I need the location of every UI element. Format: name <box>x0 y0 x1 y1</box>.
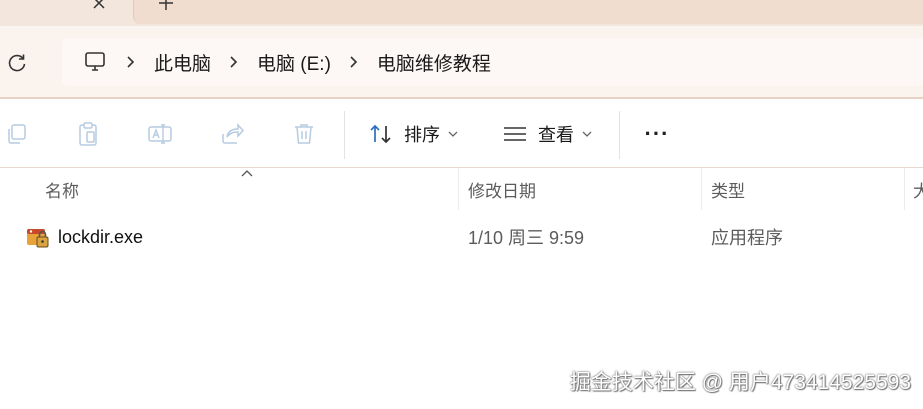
toolbar-separator <box>344 111 345 159</box>
share-icon <box>222 123 245 144</box>
share-button[interactable] <box>217 119 247 149</box>
breadcrumb-separator[interactable] <box>339 38 369 86</box>
chevron-right-icon <box>230 56 238 68</box>
watermark: 掘金技术社区 @ 用户473414525593 <box>569 371 911 394</box>
column-header-name[interactable]: 名称 <box>45 168 79 210</box>
more-options-button[interactable]: ··· <box>640 121 674 147</box>
list-item[interactable]: lockdir.exe 1/10 周三 9:59 应用程序 <box>0 218 923 256</box>
file-explorer-window: 此电脑 电脑 (E:) 电脑维修教程 排序 查看 ··· 名称 修改日期 类型 … <box>0 0 923 409</box>
plus-icon <box>159 0 173 10</box>
breadcrumb-this-pc[interactable]: 此电脑 <box>146 49 219 76</box>
sort-label: 排序 <box>404 125 440 145</box>
navigation-bar: 此电脑 电脑 (E:) 电脑维修教程 <box>0 26 923 98</box>
breadcrumb-separator[interactable] <box>219 38 249 86</box>
chevron-right-icon <box>127 56 135 68</box>
chevron-down-icon <box>448 131 458 137</box>
breadcrumb-current-folder[interactable]: 电脑维修教程 <box>369 49 499 76</box>
column-divider[interactable] <box>458 168 459 210</box>
app-lock-icon <box>27 229 49 248</box>
sort-ascending-icon <box>241 170 253 177</box>
file-modified-date: 1/10 周三 9:59 <box>468 228 585 248</box>
close-tab-button[interactable] <box>84 0 114 14</box>
view-label: 查看 <box>538 125 574 145</box>
breadcrumb-drive-e[interactable]: 电脑 (E:) <box>249 49 339 76</box>
sort-dropdown[interactable]: 排序 <box>368 117 458 151</box>
command-bar: 排序 查看 ··· <box>0 99 923 167</box>
delete-button[interactable] <box>289 119 319 149</box>
copy-icon <box>8 124 26 144</box>
close-icon <box>93 0 105 9</box>
paste-icon <box>79 122 97 146</box>
column-header-size[interactable]: 大 <box>913 168 923 210</box>
toolbar-separator <box>619 111 620 159</box>
chevron-right-icon <box>350 56 358 68</box>
breadcrumb-separator[interactable] <box>116 38 146 86</box>
rename-icon <box>148 124 172 144</box>
computer-icon[interactable] <box>82 49 108 75</box>
view-dropdown[interactable]: 查看 <box>502 117 592 151</box>
rename-button[interactable] <box>145 119 175 149</box>
chevron-down-icon <box>582 131 592 137</box>
column-divider[interactable] <box>904 168 905 210</box>
file-type: 应用程序 <box>711 228 783 248</box>
copy-button[interactable] <box>2 119 32 149</box>
file-name[interactable]: lockdir.exe <box>58 218 143 256</box>
paste-button[interactable] <box>73 119 103 149</box>
column-divider[interactable] <box>701 168 702 210</box>
view-list-icon <box>504 127 526 141</box>
sort-icon <box>370 124 391 144</box>
column-header-date[interactable]: 修改日期 <box>468 168 536 210</box>
refresh-button[interactable] <box>4 50 30 76</box>
tab-area <box>133 0 923 24</box>
tab-strip <box>0 0 923 26</box>
address-bar[interactable]: 此电脑 电脑 (E:) 电脑维修教程 <box>62 38 923 86</box>
refresh-icon <box>8 54 26 72</box>
column-headers: 名称 修改日期 类型 大 <box>0 168 923 210</box>
column-header-type[interactable]: 类型 <box>711 168 745 210</box>
delete-icon <box>295 124 313 144</box>
new-tab-button[interactable] <box>154 0 178 12</box>
